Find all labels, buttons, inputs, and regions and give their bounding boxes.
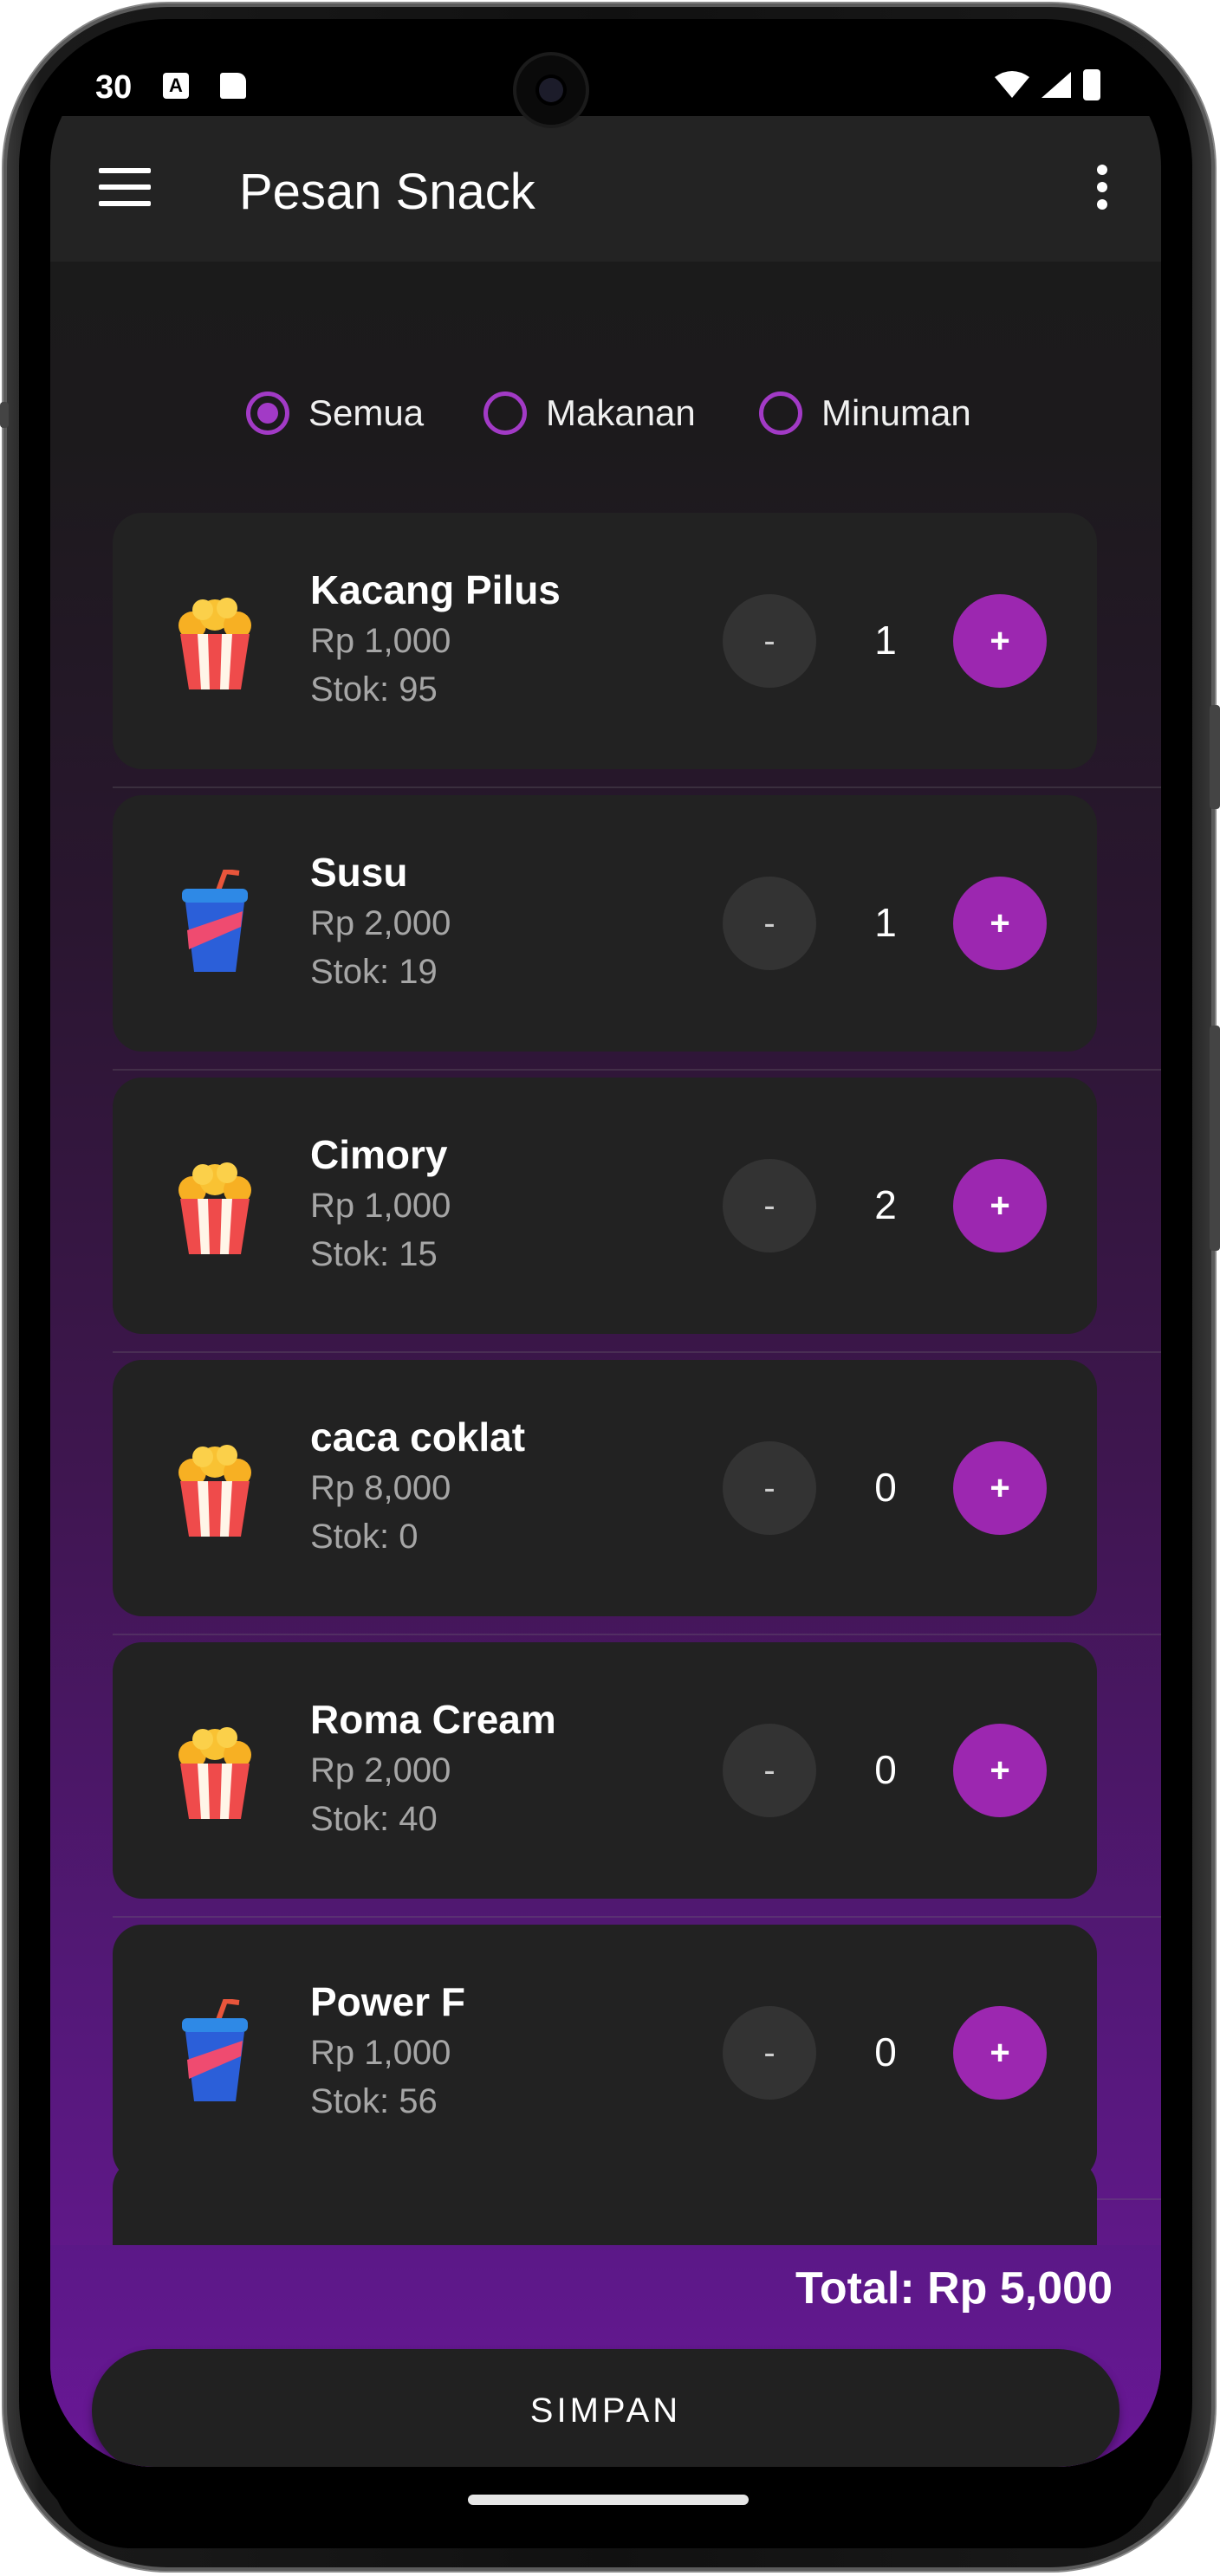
order-total: Total: Rp 5,000 [795,2263,1113,2314]
snack-card: Roma Cream Rp 2,000 Stok: 40 - 0 + [113,1642,1097,1899]
increase-button[interactable]: + [953,594,1047,688]
quantity-value: 0 [874,1465,897,1510]
increase-button[interactable]: + [953,1441,1047,1535]
radio-button-checked-icon[interactable] [246,392,289,435]
snack-stock: Stok: 40 [310,1800,438,1838]
snack-card: Power F Rp 1,000 Stok: 56 - 0 + [113,1925,1097,2181]
snack-price: Rp 2,000 [310,904,451,942]
popcorn-icon [178,1162,251,1254]
increase-button[interactable]: + [953,1724,1047,1817]
app-screen: 30 A Pesan Snack Semua Makanan Minuman K… [50,54,1161,2467]
snack-name: Susu [310,850,408,895]
snack-price: Rp 8,000 [310,1469,451,1507]
hamburger-menu-icon[interactable] [99,168,151,206]
app-bar: Pesan Snack [50,116,1161,262]
decrease-button[interactable]: - [723,877,816,970]
category-filter: Semua Makanan Minuman [50,392,1161,452]
page-title: Pesan Snack [239,164,535,220]
snack-card: caca coklat Rp 8,000 Stok: 0 - 0 + [113,1360,1097,1616]
radio-semua[interactable]: Semua [246,392,424,435]
decrease-button[interactable]: - [723,594,816,688]
snack-name: Kacang Pilus [310,567,561,612]
increase-button[interactable]: + [953,1159,1047,1252]
accessibility-notification-icon: A [163,73,189,99]
radio-label: Semua [308,392,425,433]
drink-cup-icon [182,1999,248,2101]
snack-stock: Stok: 95 [310,670,438,709]
divider [113,1634,1161,1635]
more-vert-icon[interactable] [1093,165,1111,217]
decrease-button[interactable]: - [723,1724,816,1817]
signal-icon [1042,72,1071,98]
snack-stock: Stok: 19 [310,953,438,991]
quantity-value: 2 [874,1182,897,1227]
drink-cup-icon [182,870,248,972]
phone-side-button [0,402,9,428]
snack-card: Kacang Pilus Rp 1,000 Stok: 95 - 1 + [113,513,1097,769]
snack-card: Susu Rp 2,000 Stok: 19 - 1 + [113,795,1097,1052]
snack-name: Roma Cream [310,1697,556,1742]
divider [113,786,1161,788]
decrease-button[interactable]: - [723,1441,816,1535]
phone-power-button [1210,705,1220,809]
popcorn-icon [178,1727,251,1819]
snack-price: Rp 2,000 [310,1751,451,1790]
increase-button[interactable]: + [953,2006,1047,2100]
popcorn-icon [178,1445,251,1537]
home-indicator[interactable] [468,2495,749,2505]
snack-stock: Stok: 15 [310,1235,438,1273]
snack-name: Cimory [310,1132,448,1177]
front-camera [516,55,586,125]
radio-label: Makanan [546,392,696,433]
decrease-button[interactable]: - [723,1159,816,1252]
status-bar: 30 A [50,54,1161,116]
save-button[interactable]: SIMPAN [92,2349,1119,2467]
navigation-bar [50,2467,1161,2548]
snack-price: Rp 1,000 [310,2034,451,2072]
radio-button-unchecked-icon[interactable] [759,392,802,435]
divider [113,1916,1161,1918]
decrease-button[interactable]: - [723,2006,816,2100]
snack-name: Power F [310,1979,465,2024]
battery-icon [1083,69,1100,100]
snack-stock: Stok: 0 [310,1518,419,1556]
snack-price: Rp 1,000 [310,1187,451,1225]
quantity-value: 1 [874,618,897,663]
radio-makanan[interactable]: Makanan [483,392,696,435]
snack-stock: Stok: 56 [310,2082,438,2120]
phone-volume-button [1210,1026,1220,1251]
radio-label: Minuman [821,392,971,433]
radio-minuman[interactable]: Minuman [759,392,971,435]
quantity-value: 0 [874,2029,897,2074]
status-time: 30 [95,69,133,106]
quantity-value: 1 [874,900,897,945]
snack-name: caca coklat [310,1414,526,1460]
increase-button[interactable]: + [953,877,1047,970]
order-footer: Total: Rp 5,000 SIMPAN [50,2245,1161,2467]
divider [113,1069,1161,1071]
popcorn-icon [178,598,251,689]
radio-button-unchecked-icon[interactable] [483,392,527,435]
sd-card-icon [220,73,246,99]
snack-price: Rp 1,000 [310,622,451,660]
status-icons [995,69,1100,100]
wifi-icon [995,71,1029,98]
divider [113,1351,1161,1353]
snack-card: Cimory Rp 1,000 Stok: 15 - 2 + [113,1078,1097,1334]
content-area: Semua Makanan Minuman Kacang Pilus Rp 1,… [50,262,1161,2467]
quantity-value: 0 [874,1747,897,1792]
